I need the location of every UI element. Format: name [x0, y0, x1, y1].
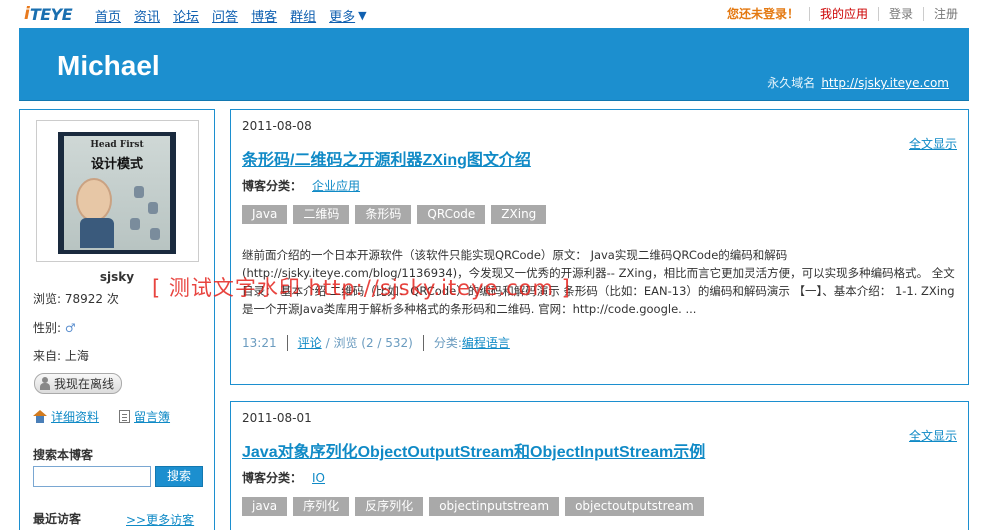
post-category: 博客分类： 企业应用: [242, 177, 360, 194]
person-icon: [39, 377, 51, 390]
user-bar: 您还未登录！ 我的应用 登录 注册: [727, 5, 958, 22]
category-link[interactable]: 企业应用: [312, 179, 360, 193]
domain-label: 永久域名: [767, 76, 816, 90]
main-nav: 首页 资讯 论坛 问答 博客 群组 更多 ▼: [95, 6, 367, 25]
profile-link[interactable]: 详细资料: [33, 408, 99, 425]
blog-header: Michael 永久域名 http://sjsky.iteye.com: [19, 28, 969, 101]
profile-link-label: 详细资料: [51, 410, 100, 424]
more-visitors-link[interactable]: >>更多访客: [126, 511, 194, 528]
divider: [922, 6, 924, 21]
blog-title[interactable]: Michael: [57, 50, 160, 82]
post-meta: 13:21 评论 / 浏览 (2 / 532) 分类: 编程语言: [242, 334, 510, 351]
my-apps-link[interactable]: 我的应用: [820, 5, 868, 22]
username[interactable]: sjsky: [20, 270, 214, 284]
top-navigation-bar: i TEYE 首页 资讯 论坛 问答 博客 群组 更多 ▼ 您还未登录！ 我的应…: [0, 0, 984, 28]
nav-blog[interactable]: 博客: [251, 6, 277, 25]
meta-category-link[interactable]: 编程语言: [462, 334, 510, 351]
home-icon: [33, 410, 47, 423]
nav-forum[interactable]: 论坛: [173, 6, 199, 25]
tag[interactable]: 条形码: [355, 205, 412, 224]
blog-post: 2011-08-01 全文显示 Java对象序列化ObjectOutputStr…: [230, 401, 969, 530]
divider: [286, 334, 288, 351]
full-text-link[interactable]: 全文显示: [909, 135, 957, 152]
decoration-shape: [134, 186, 144, 198]
decoration-shape: [148, 202, 158, 214]
post-category: 博客分类： IO: [242, 469, 325, 486]
divider: [877, 6, 879, 21]
post-title[interactable]: 条形码/二维码之开源利器ZXing图文介绍: [242, 146, 531, 170]
chevron-down-icon[interactable]: ▼: [358, 9, 366, 22]
post-title[interactable]: Java对象序列化ObjectOutputStream和ObjectInputS…: [242, 438, 705, 462]
domain-link[interactable]: http://sjsky.iteye.com: [821, 76, 949, 90]
meta-category-label: 分类:: [433, 336, 462, 350]
search-button[interactable]: 搜索: [155, 466, 203, 487]
gender-label: 性别:: [33, 321, 62, 335]
offline-status-button[interactable]: 我现在离线: [34, 373, 122, 394]
cover-title: Head First: [90, 140, 144, 150]
iteye-logo[interactable]: i TEYE: [24, 4, 73, 24]
logo-wordmark: TEYE: [29, 4, 73, 24]
nav-home[interactable]: 首页: [95, 6, 121, 25]
search-input[interactable]: [33, 466, 151, 487]
portrait-shape: [76, 178, 112, 222]
tag[interactable]: QRCode: [417, 205, 486, 224]
post-date: 2011-08-01: [242, 411, 312, 425]
category-link[interactable]: IO: [312, 471, 325, 485]
blog-post: 2011-08-08 全文显示 条形码/二维码之开源利器ZXing图文介绍 博客…: [230, 109, 969, 385]
tag[interactable]: objectoutputstream: [565, 497, 704, 516]
login-status: 您还未登录！: [726, 7, 799, 21]
nav-news[interactable]: 资讯: [134, 6, 160, 25]
post-time: 13:21: [242, 335, 277, 350]
avatar-image: Head First 设计模式: [58, 132, 176, 254]
tag[interactable]: 反序列化: [355, 497, 424, 516]
sidebar: Head First 设计模式 sjsky 浏览: 78922 次 性别: ♂ …: [19, 109, 215, 530]
tag[interactable]: objectinputstream: [429, 497, 560, 516]
nav-groups[interactable]: 群组: [290, 6, 316, 25]
tag[interactable]: ZXing: [491, 205, 547, 224]
avatar[interactable]: Head First 设计模式: [36, 120, 199, 262]
post-excerpt: 继前面介绍的一个日本开源软件（该软件只能实现QRCode）原文： Java实现二…: [242, 248, 955, 316]
profile-links: 详细资料 留言簿: [33, 408, 170, 425]
post-date: 2011-08-08: [242, 119, 312, 133]
divider: [808, 6, 810, 21]
tag[interactable]: 序列化: [293, 497, 350, 516]
guestbook-link[interactable]: 留言簿: [119, 408, 170, 425]
tag-list: java 序列化 反序列化 objectinputstream objectou…: [242, 497, 704, 516]
tag[interactable]: Java: [242, 205, 288, 224]
divider: [422, 334, 424, 351]
permanent-domain: 永久域名 http://sjsky.iteye.com: [767, 74, 949, 91]
recent-visitors-title: 最近访客: [33, 512, 82, 526]
register-link[interactable]: 注册: [934, 5, 958, 22]
tag[interactable]: java: [242, 497, 288, 516]
decoration-shape: [150, 228, 160, 240]
tag-list: Java 二维码 条形码 QRCode ZXing: [242, 205, 547, 224]
decoration-shape: [130, 218, 140, 230]
nav-more[interactable]: 更多: [329, 6, 355, 25]
tag[interactable]: 二维码: [293, 205, 350, 224]
guestbook-link-label: 留言簿: [134, 410, 171, 424]
login-link[interactable]: 登录: [889, 5, 913, 22]
offline-status-label: 我现在离线: [54, 377, 115, 391]
view-stats: / 浏览 (2 / 532): [325, 336, 413, 350]
portrait-body-shape: [80, 218, 114, 248]
view-count: 浏览: 78922 次: [33, 292, 119, 306]
nav-qa[interactable]: 问答: [212, 6, 238, 25]
male-icon: ♂: [64, 321, 76, 335]
full-text-link[interactable]: 全文显示: [909, 427, 957, 444]
cover-subtitle: 设计模式: [90, 157, 143, 172]
gender-row: 性别: ♂: [33, 319, 76, 336]
category-label: 博客分类：: [242, 471, 303, 485]
document-icon: [119, 410, 131, 423]
search-blog-title: 搜索本博客: [33, 448, 94, 462]
location: 来自: 上海: [33, 349, 89, 363]
comments-link[interactable]: 评论: [298, 334, 322, 351]
category-label: 博客分类：: [242, 179, 303, 193]
